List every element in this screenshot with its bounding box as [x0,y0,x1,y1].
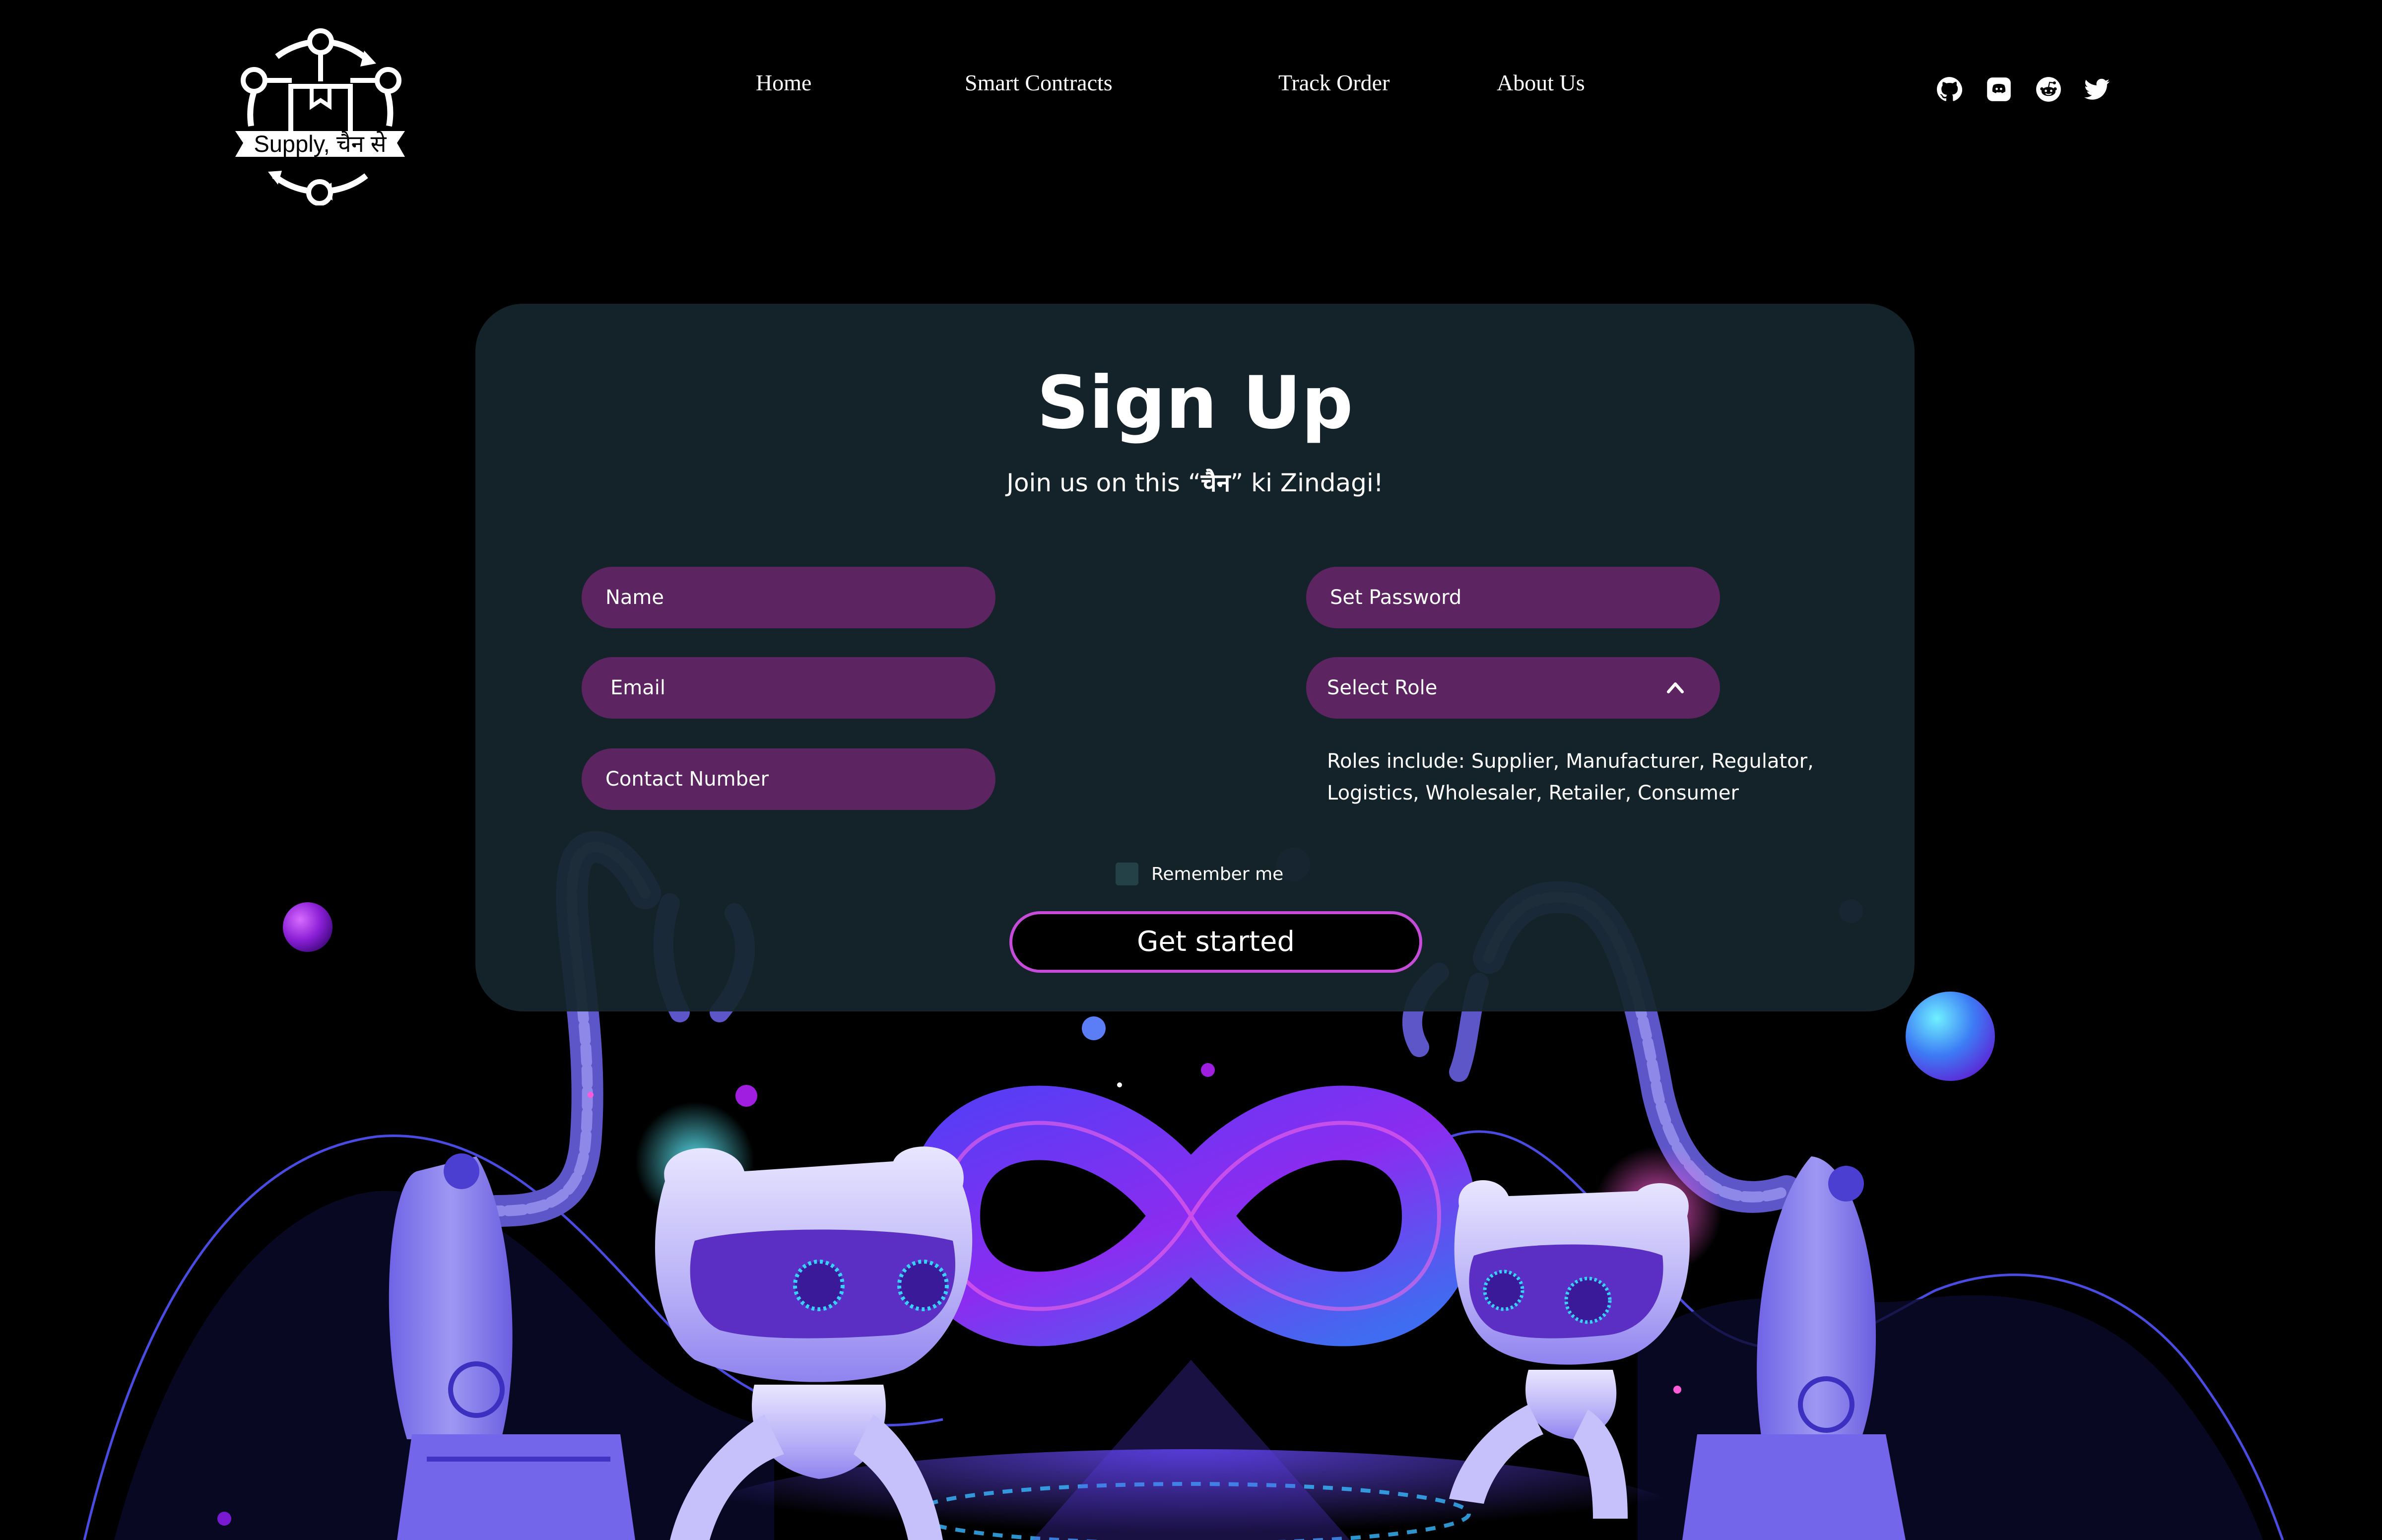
roles-help-text: Roles include: Supplier, Manufacturer, R… [1327,750,1814,804]
get-started-button[interactable]: Get started [1009,911,1422,973]
subtitle-highlight: चैन [1200,469,1231,497]
subtitle-prefix: Join us on this “ [1006,469,1201,497]
reddit-icon[interactable] [2036,76,2061,102]
github-icon[interactable] [1936,76,1962,102]
nav-home[interactable]: Home [756,67,811,99]
name-input[interactable] [582,567,995,628]
contact-number-input[interactable] [582,748,995,810]
chevron-up-icon [1667,682,1684,693]
nav-about-us[interactable]: About Us [1497,67,1585,99]
signup-page: Supply, चैन से Home Smart Contracts Trac… [0,0,2382,1540]
role-select-value: Select Role [1327,676,1438,699]
remember-me[interactable]: Remember me [1116,862,1283,886]
remember-me-label: Remember me [1151,864,1284,884]
logo-text: Supply, चैन से [254,131,387,157]
subtitle-suffix: ” ki Zindagi! [1230,469,1384,497]
twitter-icon[interactable] [2084,76,2110,102]
discord-icon[interactable] [1986,76,2012,102]
page-title: Sign Up [1037,361,1353,445]
email-input[interactable] [582,657,995,719]
signup-card: Sign Up Join us on this “चैन” ki Zindagi… [475,304,1915,1011]
signup-subtitle: Join us on this “चैन” ki Zindagi! [475,466,1915,500]
supply-chain-logo-icon [235,28,405,206]
set-password-input[interactable] [1306,567,1720,628]
role-select[interactable]: Select Role [1306,657,1720,719]
brand-logo[interactable]: Supply, चैन से [232,27,408,206]
remember-me-checkbox[interactable] [1116,863,1138,885]
nav-smart-contracts[interactable]: Smart Contracts [965,67,1113,99]
nav-track-order[interactable]: Track Order [1278,67,1390,99]
